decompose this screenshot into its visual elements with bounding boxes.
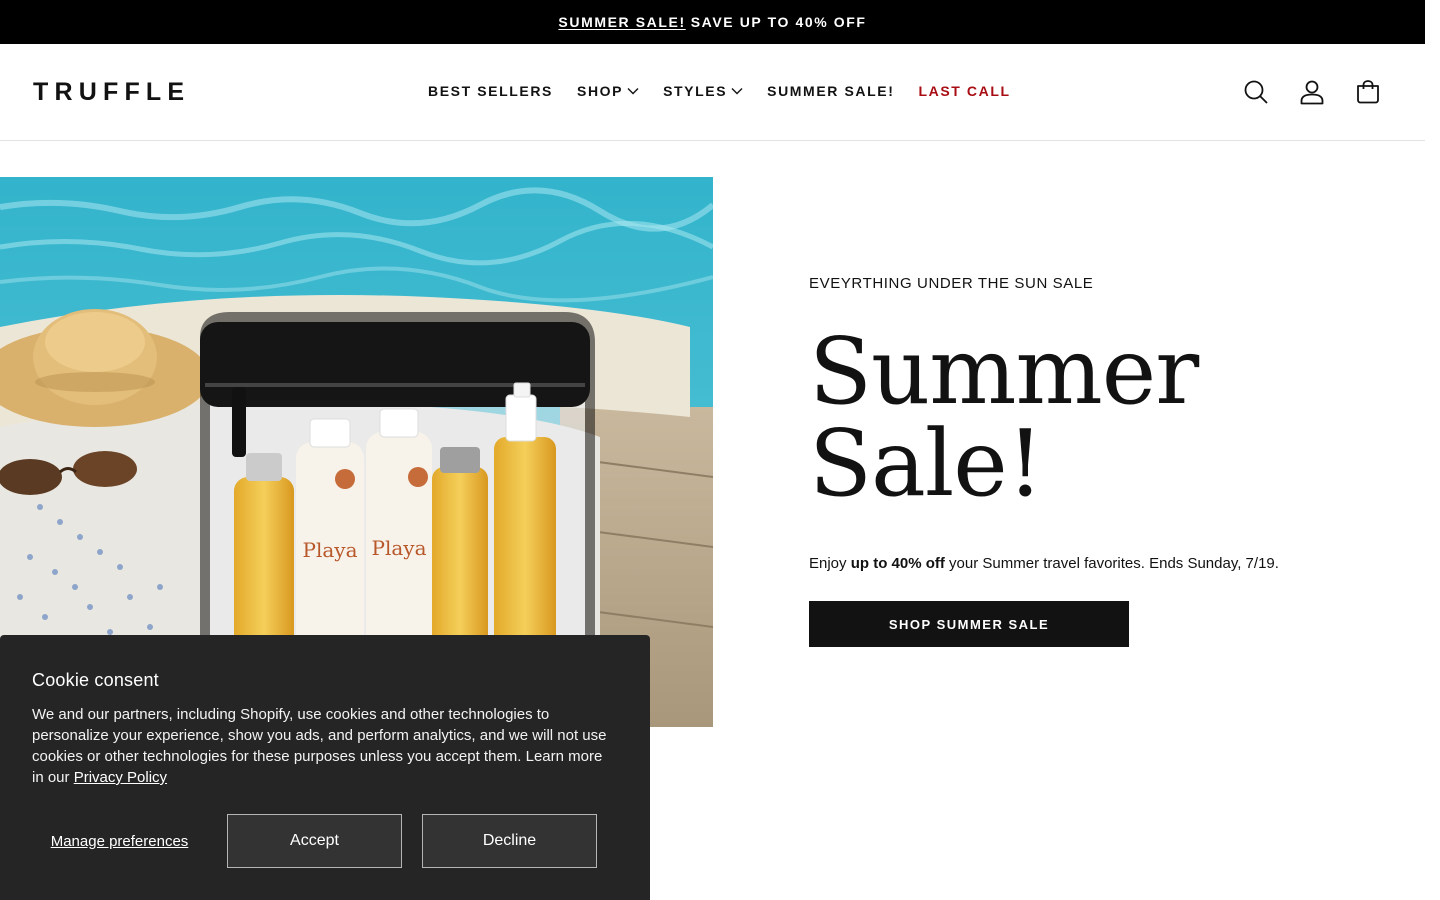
nav-summer-sale-label: SUMMER SALE!	[767, 83, 895, 99]
accept-button[interactable]: Accept	[227, 814, 402, 868]
nav-last-call[interactable]: LAST CALL	[918, 80, 1010, 102]
chevron-down-icon	[627, 88, 639, 95]
nav-best-sellers-label: BEST SELLERS	[428, 83, 553, 99]
announcement-sale-link[interactable]: SUMMER SALE!	[558, 14, 685, 30]
cookie-title: Cookie consent	[32, 670, 159, 690]
chevron-down-icon	[731, 88, 743, 95]
nav-summer-sale[interactable]: SUMMER SALE!	[767, 80, 894, 102]
cookie-consent-banner: Cookie consent We and our partners, incl…	[0, 635, 650, 900]
hero-eyebrow: EVEYRTHING UNDER THE SUN SALE	[809, 275, 1094, 292]
header-icons	[1215, 77, 1383, 107]
cookie-actions: Manage preferences Accept Decline	[32, 814, 597, 868]
search-icon[interactable]	[1241, 77, 1271, 107]
manage-preferences-link[interactable]: Manage preferences	[32, 832, 207, 851]
cart-icon[interactable]	[1353, 77, 1383, 107]
account-icon[interactable]	[1297, 77, 1327, 107]
hero-title: Summer Sale!	[809, 318, 1199, 517]
nav-shop-label: SHOP	[577, 83, 624, 99]
site-header: TRUFFLE BEST SELLERS SHOP STYLES SUMMER …	[0, 44, 1425, 141]
decline-button[interactable]: Decline	[422, 814, 597, 868]
nav-last-call-label: LAST CALL	[918, 83, 1011, 99]
announcement-bar: SUMMER SALE! SAVE UP TO 40% OFF	[0, 0, 1425, 44]
product-label-2: Playa	[372, 536, 427, 560]
announcement-text: SAVE UP TO 40% OFF	[690, 14, 867, 30]
hero-desc-post: your Summer travel favorites. Ends Sunda…	[944, 555, 1279, 572]
nav-shop[interactable]: SHOP	[577, 80, 639, 102]
hero-desc-bold: up to 40% off	[850, 555, 945, 572]
product-label-1: Playa	[303, 538, 358, 562]
logo[interactable]: TRUFFLE	[33, 78, 190, 106]
main-nav: BEST SELLERS SHOP STYLES SUMMER SALE! LA…	[428, 80, 1035, 102]
hero-text: EVEYRTHING UNDER THE SUN SALE Summer Sal…	[809, 274, 1369, 647]
privacy-policy-link[interactable]: Privacy Policy	[74, 769, 167, 786]
nav-best-sellers[interactable]: BEST SELLERS	[428, 80, 553, 102]
nav-styles-label: STYLES	[663, 83, 728, 99]
hero-desc-pre: Enjoy	[809, 555, 851, 572]
cookie-body: We and our partners, including Shopify, …	[32, 704, 612, 788]
nav-styles[interactable]: STYLES	[663, 80, 743, 102]
shop-summer-sale-button[interactable]: SHOP SUMMER SALE	[809, 601, 1129, 647]
hero-description: Enjoy up to 40% off your Summer travel f…	[809, 553, 1369, 575]
